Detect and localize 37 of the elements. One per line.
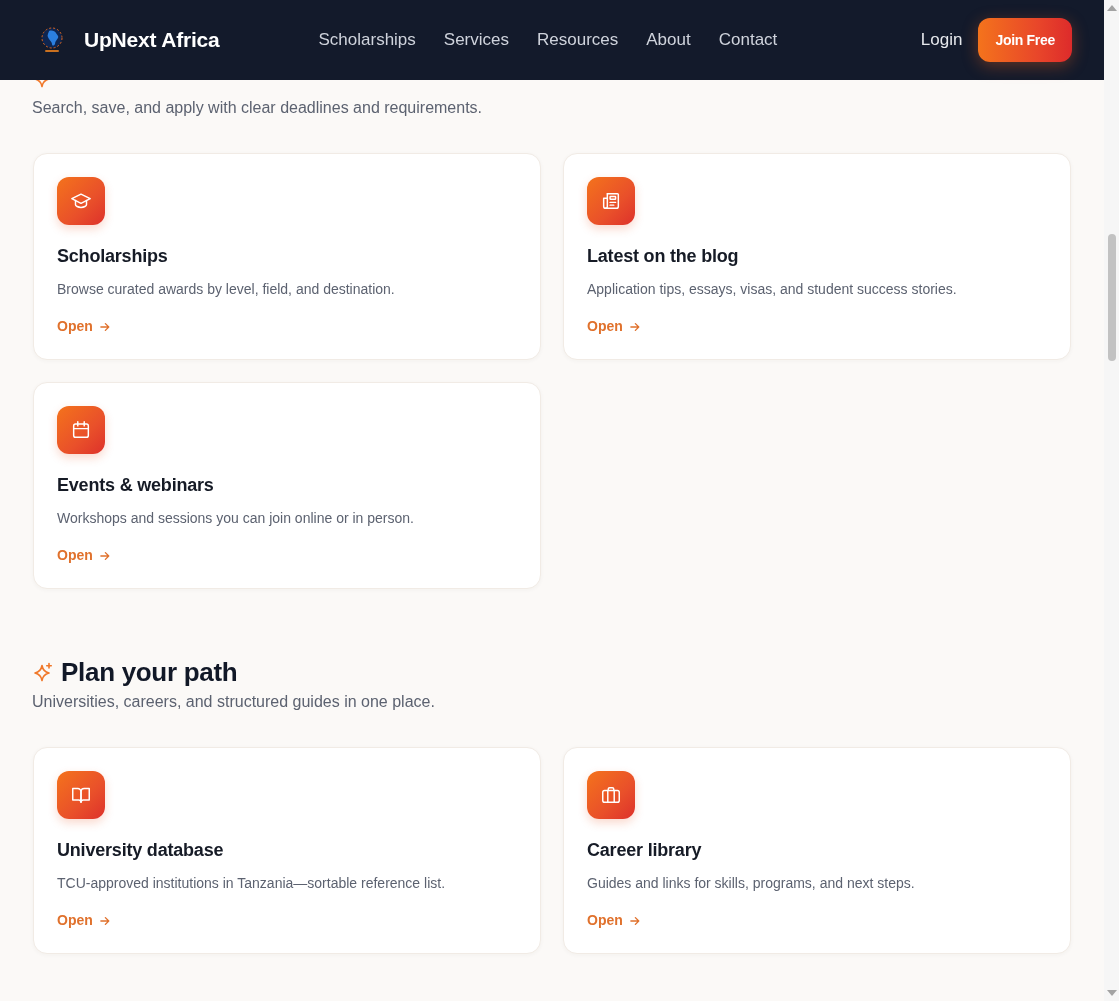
login-link[interactable]: Login [920, 30, 963, 50]
arrow-right-icon [628, 320, 641, 333]
card-description: Browse curated awards by level, field, and destination. [57, 280, 396, 299]
nav-link[interactable]: Resources [537, 30, 619, 50]
card-title: Scholarships [57, 245, 169, 267]
sparkle-icon [33, 662, 53, 682]
globe-logo-icon [38, 26, 66, 54]
arrow-right-icon [98, 320, 111, 333]
briefcase-icon [587, 771, 635, 819]
arrow-right-icon [628, 914, 641, 927]
open-book-icon [57, 771, 105, 819]
card-description: Guides and links for skills, programs, and next steps. [587, 874, 916, 893]
nav-link[interactable]: About [646, 30, 691, 50]
section-subtitle: Universities, careers, and structured guides in one place. [32, 692, 436, 712]
nav-link[interactable]: Scholarships [318, 30, 416, 50]
brand-name: UpNext Africa [84, 28, 220, 52]
section-subtitle: Search, save, and apply with clear deadlines and requirements. [32, 98, 484, 118]
scroll-down-arrow-icon[interactable] [1106, 990, 1117, 996]
join-free-button[interactable]: Join Free [978, 18, 1072, 62]
graduation-cap-icon [57, 177, 105, 225]
arrow-right-icon [98, 549, 111, 562]
scrollbar-thumb[interactable] [1107, 234, 1116, 361]
arrow-right-icon [98, 914, 111, 927]
scrollbar-track[interactable] [1104, 0, 1119, 1001]
card-title: Latest on the blog [587, 245, 740, 267]
card-title: University database [57, 839, 225, 861]
nav-link[interactable]: Contact [718, 30, 778, 50]
card-description: Workshops and sessions you can join online or in person. [57, 509, 415, 528]
scroll-up-arrow-icon[interactable] [1106, 5, 1117, 11]
newspaper-icon [587, 177, 635, 225]
calendar-icon [57, 406, 105, 454]
card-title: Events & webinars [57, 474, 215, 496]
card-title: Career library [587, 839, 703, 861]
card-description: Application tips, essays, visas, and student success stories. [587, 280, 958, 299]
card-description: TCU-approved institutions in Tanzania—sortable reference list. [57, 874, 447, 893]
nav-link[interactable]: Services [443, 30, 509, 50]
section-heading: Plan your path [61, 656, 238, 688]
